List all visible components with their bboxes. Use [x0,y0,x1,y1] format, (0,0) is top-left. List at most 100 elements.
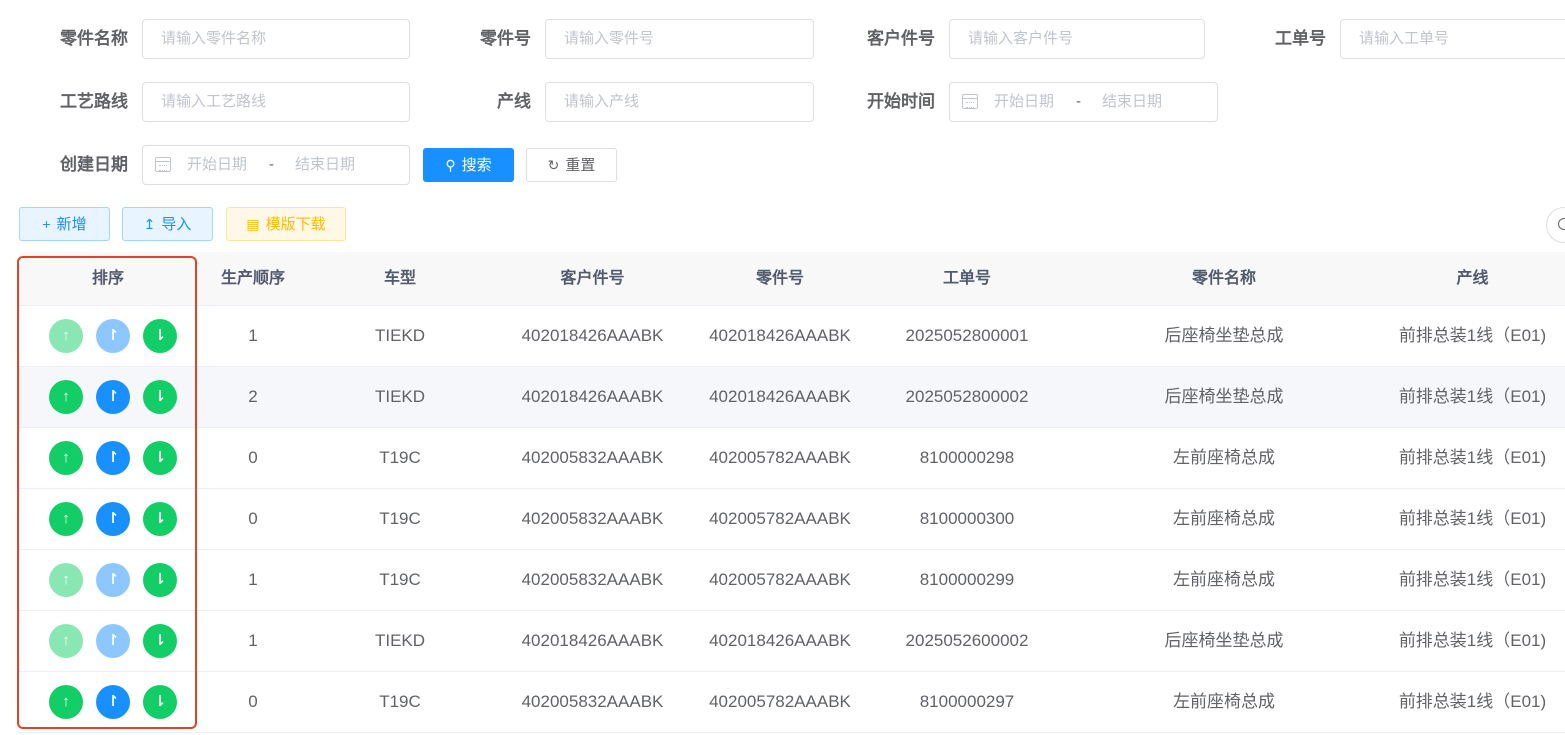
part-name-cell: 左前座椅总成 [1173,692,1275,711]
part-name-label: 零件名称 [60,29,128,48]
part-no-cell: 402005782AAABK [709,692,851,711]
table-row[interactable]: ↑ ↾ ⇂ 0 T19C 402005832AAABK 402005782AAABK 8100… [19,672,1565,733]
move-down-button[interactable]: ⇂ [143,319,177,353]
work-order-no-cell: 8100000300 [919,509,1015,528]
table-row[interactable]: ↑ ↾ ⇂ 1 TIEKD 402018426AAABK 402018426AAABK 202… [19,611,1565,672]
add-button-label: 新增 [56,216,87,233]
search-button[interactable]: ⚲ 搜索 [423,148,514,182]
sort-actions-cell: ↑ ↾ ⇂ [19,550,197,610]
table-row[interactable]: ↑ ↾ ⇂ 1 T19C 402005832AAABK 402005782AAABK 8100… [19,550,1565,611]
calendar-icon [155,157,171,172]
production-line-label: 产线 [497,92,531,111]
reset-button-label: 重置 [565,157,596,174]
range-end-placeholder: 结束日期 [295,156,356,173]
move-top-button[interactable]: ↾ [96,441,130,475]
move-up-button[interactable]: ↑ [49,685,83,719]
move-down-button[interactable]: ⇂ [143,380,177,414]
customer-part-no-input[interactable]: 请输入客户件号 [949,19,1205,59]
production-line-input[interactable]: 请输入产线 [545,82,814,122]
work-order-no-cell: 8100000299 [919,570,1015,589]
start-time-label: 开始时间 [867,92,935,111]
work-order-no-cell: 2025052800002 [905,387,1029,406]
column-header-sort: 排序 [91,270,124,287]
table-row[interactable]: ↑ ↾ ⇂ 0 T19C 402005832AAABK 402005782AAABK 8100… [19,428,1565,489]
production-line-cell: 前排总装1线（E01) [1398,692,1547,711]
move-down-button[interactable]: ⇂ [143,563,177,597]
work-order-no-input[interactable]: 请输入工单号 [1340,19,1565,59]
start-time-range-picker[interactable]: 开始日期 - 结束日期 [949,82,1218,122]
move-down-button[interactable]: ⇂ [143,502,177,536]
customer-part-no-cell: 402018426AAABK [521,631,664,650]
production-line-cell: 前排总装1线（E01) [1398,387,1547,406]
vehicle-model-cell: T19C [379,570,421,589]
sort-actions-cell: ↑ ↾ ⇂ [19,489,197,549]
move-top-button[interactable]: ↾ [96,685,130,719]
customer-part-no-cell: 402018426AAABK [521,326,664,345]
move-top-button[interactable]: ↾ [96,624,130,658]
move-top-button[interactable]: ↾ [96,502,130,536]
template-download-button[interactable]: ▤ 模版下载 [226,207,346,241]
move-up-button[interactable]: ↑ [49,563,83,597]
work-order-no-cell: 2025052800001 [905,326,1029,345]
table-row[interactable]: ↑ ↾ ⇂ 0 T19C 402005832AAABK 402005782AAABK 8100… [19,489,1565,550]
move-down-button[interactable]: ⇂ [143,624,177,658]
part-no-input[interactable]: 请输入零件号 [545,19,814,59]
customer-part-no-cell: 402005832AAABK [521,692,664,711]
move-top-button[interactable]: ↾ [96,380,130,414]
production-order-cell: 0 [248,448,258,467]
move-up-button[interactable]: ↑ [49,624,83,658]
part-no-cell: 402018426AAABK [709,631,851,650]
table-header: 排序 生产顺序 车型 客户件号 零件号 工单号 零件名称 产线 [19,252,1565,306]
move-down-button[interactable]: ⇂ [143,441,177,475]
move-up-button[interactable]: ↑ [49,319,83,353]
production-line-cell: 前排总装1线（E01) [1398,570,1547,589]
move-up-button[interactable]: ↑ [49,502,83,536]
range-start-placeholder: 开始日期 [187,156,248,173]
column-header-vehicle-model: 车型 [383,270,416,287]
part-name-cell: 左前座椅总成 [1173,570,1275,589]
range-separator: - [1076,93,1081,110]
vehicle-model-cell: T19C [379,448,421,467]
part-no-label: 零件号 [480,29,531,48]
process-route-input[interactable]: 请输入工艺路线 [142,82,410,122]
production-order-cell: 2 [248,387,258,406]
move-down-button[interactable]: ⇂ [143,685,177,719]
part-name-input[interactable]: 请输入零件名称 [142,19,410,59]
add-button[interactable]: + 新增 [19,207,110,241]
table-row[interactable]: ↑ ↾ ⇂ 1 TIEKD 402018426AAABK 402018426AAABK 202… [19,306,1565,367]
column-header-part-no: 零件号 [755,270,804,287]
reset-button[interactable]: ↻ 重置 [526,148,617,182]
part-no-cell: 402018426AAABK [709,326,851,345]
template-download-label: 模版下载 [265,216,326,233]
table-row[interactable]: ↑ ↾ ⇂ 2 TIEKD 402018426AAABK 402018426AAABK 202… [19,367,1565,428]
customer-part-no-cell: 402005832AAABK [521,509,664,528]
part-name-cell: 后座椅坐垫总成 [1164,326,1284,345]
toolbar-search-toggle[interactable] [1546,207,1565,243]
move-up-button[interactable]: ↑ [49,380,83,414]
sort-actions-cell: ↑ ↾ ⇂ [19,306,197,366]
production-order-cell: 0 [248,509,258,528]
move-top-button[interactable]: ↾ [96,563,130,597]
production-order-cell: 1 [248,570,258,589]
column-header-customer-part-no: 客户件号 [560,270,625,287]
sort-actions-cell: ↑ ↾ ⇂ [19,428,197,488]
create-date-range-picker[interactable]: 开始日期 - 结束日期 [142,145,410,185]
vehicle-model-cell: T19C [379,692,421,711]
customer-part-no-cell: 402005832AAABK [521,448,664,467]
refresh-icon: ↻ [547,157,560,173]
import-button-label: 导入 [161,216,192,233]
customer-part-no-cell: 402005832AAABK [521,570,664,589]
range-start-placeholder: 开始日期 [994,93,1055,110]
move-up-button[interactable]: ↑ [49,441,83,475]
part-no-cell: 402005782AAABK [709,509,851,528]
import-button[interactable]: ↥ 导入 [122,207,213,241]
move-top-button[interactable]: ↾ [96,319,130,353]
vehicle-model-cell: TIEKD [374,631,426,650]
work-order-no-label: 工单号 [1275,29,1326,48]
work-order-no-cell: 2025052600002 [905,631,1029,650]
production-order-cell: 1 [248,631,258,650]
column-header-production-order: 生产顺序 [220,270,285,287]
vehicle-model-cell: TIEKD [374,326,426,345]
part-name-cell: 左前座椅总成 [1173,509,1275,528]
calendar-icon [962,94,978,109]
